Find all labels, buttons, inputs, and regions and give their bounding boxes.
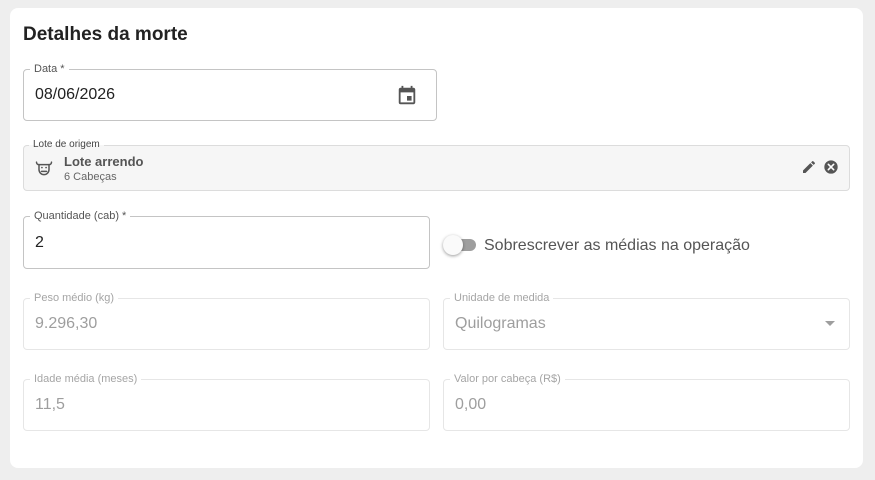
- lote-name: Lote arrendo: [64, 154, 144, 169]
- card-title: Detalhes da morte: [23, 24, 188, 45]
- overwrite-averages-label[interactable]: Sobrescrever as médias na operação: [484, 237, 750, 255]
- lote-origem-field[interactable]: Lote de origem Lote arrendo 6 Cabeças: [23, 138, 850, 191]
- cattle-icon: [35, 161, 53, 176]
- valor-cabeca-value: 0,00: [455, 396, 487, 413]
- date-field-value[interactable]: 08/06/2026: [35, 70, 115, 120]
- idade-media-value: 11,5: [35, 396, 65, 413]
- overwrite-averages-toggle[interactable]: [443, 235, 477, 255]
- dropdown-arrow-icon: [825, 321, 835, 326]
- unidade-medida-select: Unidade de medida Quilogramas: [443, 291, 850, 350]
- lote-subtitle: 6 Cabeças: [64, 171, 117, 183]
- details-card: Detalhes da morte Data * 08/06/2026 Lote…: [10, 8, 863, 468]
- quantidade-field[interactable]: Quantidade (cab) * 2: [23, 209, 430, 269]
- pencil-icon[interactable]: [801, 159, 817, 175]
- toggle-thumb: [443, 235, 463, 255]
- peso-medio-field: Peso médio (kg) 9.296,30: [23, 291, 430, 350]
- quantidade-label: Quantidade (cab) *: [30, 209, 131, 223]
- quantidade-value[interactable]: 2: [35, 217, 44, 268]
- unidade-medida-value: Quilogramas: [455, 315, 546, 332]
- clear-icon[interactable]: [823, 159, 839, 175]
- calendar-icon[interactable]: [396, 85, 418, 107]
- valor-cabeca-field: Valor por cabeça (R$) 0,00: [443, 372, 850, 431]
- peso-medio-value: 9.296,30: [35, 315, 98, 332]
- lote-origem-label: Lote de origem: [29, 138, 104, 152]
- idade-media-field: Idade média (meses) 11,5: [23, 372, 430, 431]
- date-field[interactable]: Data * 08/06/2026: [23, 62, 437, 121]
